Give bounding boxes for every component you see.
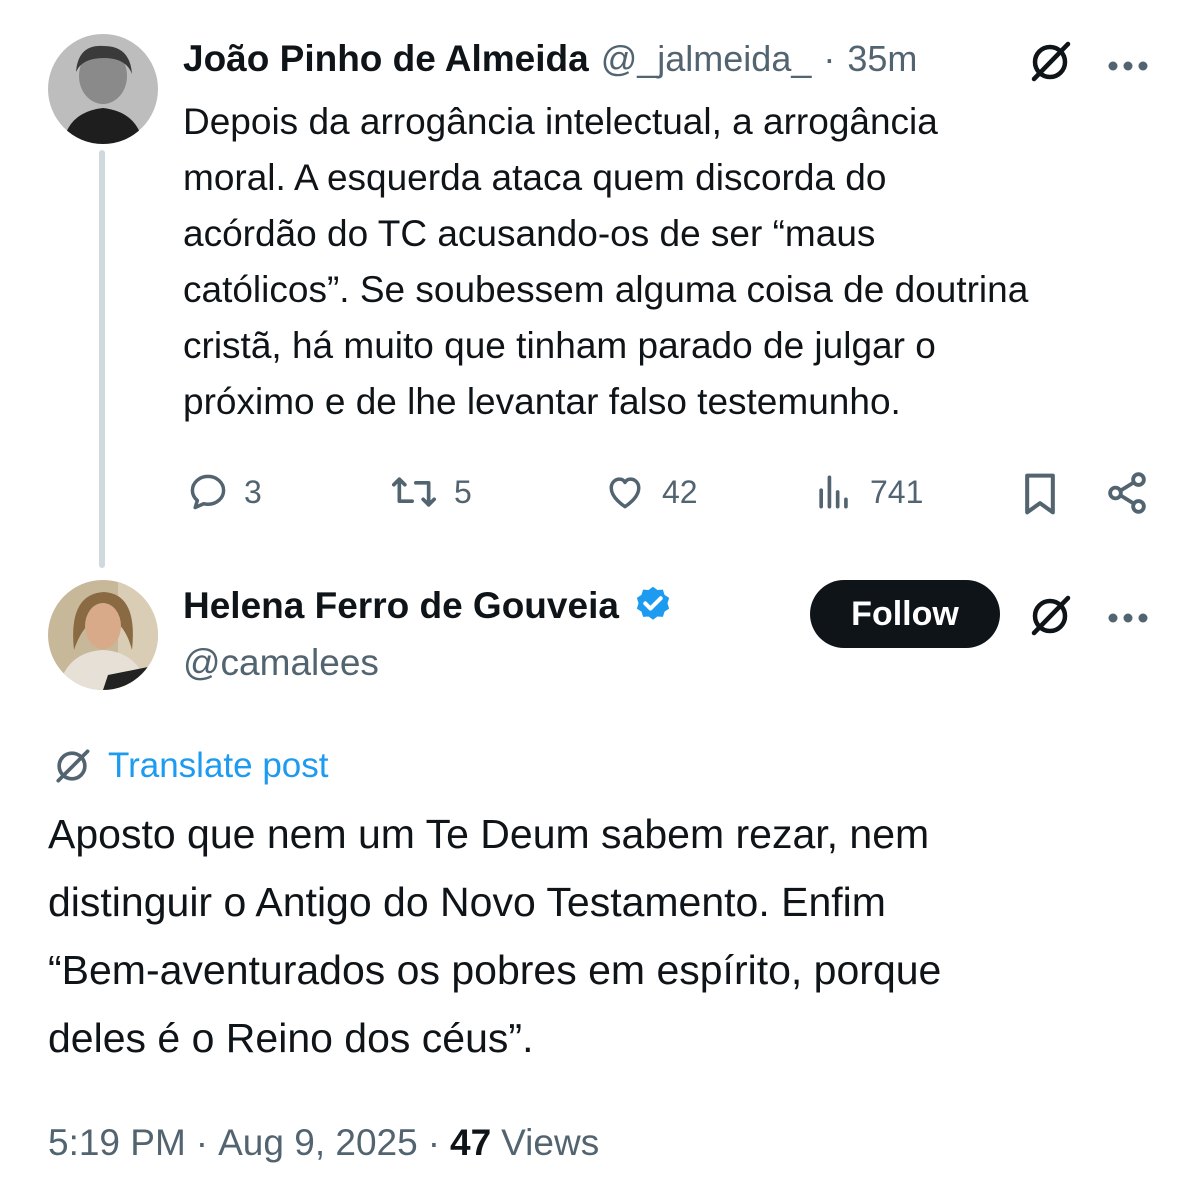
avatar-helena[interactable] — [48, 580, 158, 690]
avatar-joao[interactable] — [48, 34, 158, 144]
parent-tweet-header: João Pinho de Almeida @_jalmeida_ · 35m — [183, 38, 917, 80]
views-count: 741 — [870, 473, 924, 510]
post-time[interactable]: 5:19 PM — [48, 1122, 186, 1164]
separator: · — [195, 1122, 209, 1163]
views-label: Views — [501, 1122, 600, 1163]
text-line: moral. A esquerda ataca quem discorda do — [183, 157, 887, 198]
verified-badge-icon — [636, 586, 670, 620]
main-tweet-text: Aposto que nem um Te Deum sabem rezar, n… — [48, 800, 1168, 1072]
text-line: próximo e de lhe levantar falso testemun… — [183, 381, 901, 422]
text-line: Depois da arrogância intelectual, a arro… — [183, 101, 938, 142]
translate-label[interactable]: Translate post — [108, 746, 328, 786]
translate-icon — [56, 749, 90, 783]
grok-icon[interactable] — [1026, 38, 1074, 91]
timestamp[interactable]: 35m — [847, 38, 917, 80]
views-button[interactable]: 741 — [812, 470, 923, 514]
thread-line — [99, 150, 105, 568]
text-line: cristã, há muito que tinham parado de ju… — [183, 325, 936, 366]
views-count: 47 — [450, 1122, 492, 1163]
tweet-meta: 5:19 PM · Aug 9, 2025 · 47 Views — [48, 1122, 599, 1164]
author-name[interactable]: João Pinho de Almeida — [183, 38, 589, 80]
author-handle[interactable]: @_jalmeida_ — [601, 38, 812, 80]
like-icon — [609, 477, 641, 509]
grok-icon[interactable] — [1026, 592, 1074, 645]
share-icon[interactable] — [1104, 470, 1150, 521]
separator: · — [823, 38, 836, 79]
translate-post-link[interactable]: Translate post — [50, 744, 328, 788]
author-name[interactable]: Helena Ferro de Gouveia — [183, 585, 619, 627]
like-button[interactable]: 42 — [602, 470, 698, 514]
text-line: católicos”. Se soubessem alguma coisa de… — [183, 269, 1029, 310]
author-handle[interactable]: @camalees — [183, 642, 379, 684]
reply-count: 3 — [244, 473, 262, 510]
repost-count: 5 — [454, 473, 472, 510]
bookmark-icon[interactable] — [1018, 470, 1062, 523]
reply-button[interactable]: 3 — [186, 470, 262, 514]
post-date[interactable]: Aug 9, 2025 — [218, 1122, 418, 1164]
reply-icon — [190, 474, 226, 510]
text-line: acórdão do TC acusando-os de ser “maus — [183, 213, 876, 254]
text-line: deles é o Reino dos céus”. — [48, 1015, 534, 1061]
like-count: 42 — [662, 473, 698, 510]
main-author-row: Helena Ferro de Gouveia — [183, 584, 675, 628]
repost-icon — [392, 477, 436, 507]
text-line: distinguir o Antigo do Novo Testamento. … — [48, 879, 886, 925]
views-icon — [819, 475, 848, 509]
text-line: “Bem-aventurados os pobres em espírito, … — [48, 947, 942, 993]
separator: · — [427, 1122, 441, 1163]
follow-button[interactable]: Follow — [810, 580, 1000, 648]
more-icon[interactable] — [1108, 610, 1148, 628]
repost-button[interactable]: 5 — [388, 470, 472, 514]
more-icon[interactable] — [1108, 58, 1148, 76]
text-line: Aposto que nem um Te Deum sabem rezar, n… — [48, 811, 930, 857]
parent-tweet-text: Depois da arrogância intelectual, a arro… — [183, 94, 1173, 430]
